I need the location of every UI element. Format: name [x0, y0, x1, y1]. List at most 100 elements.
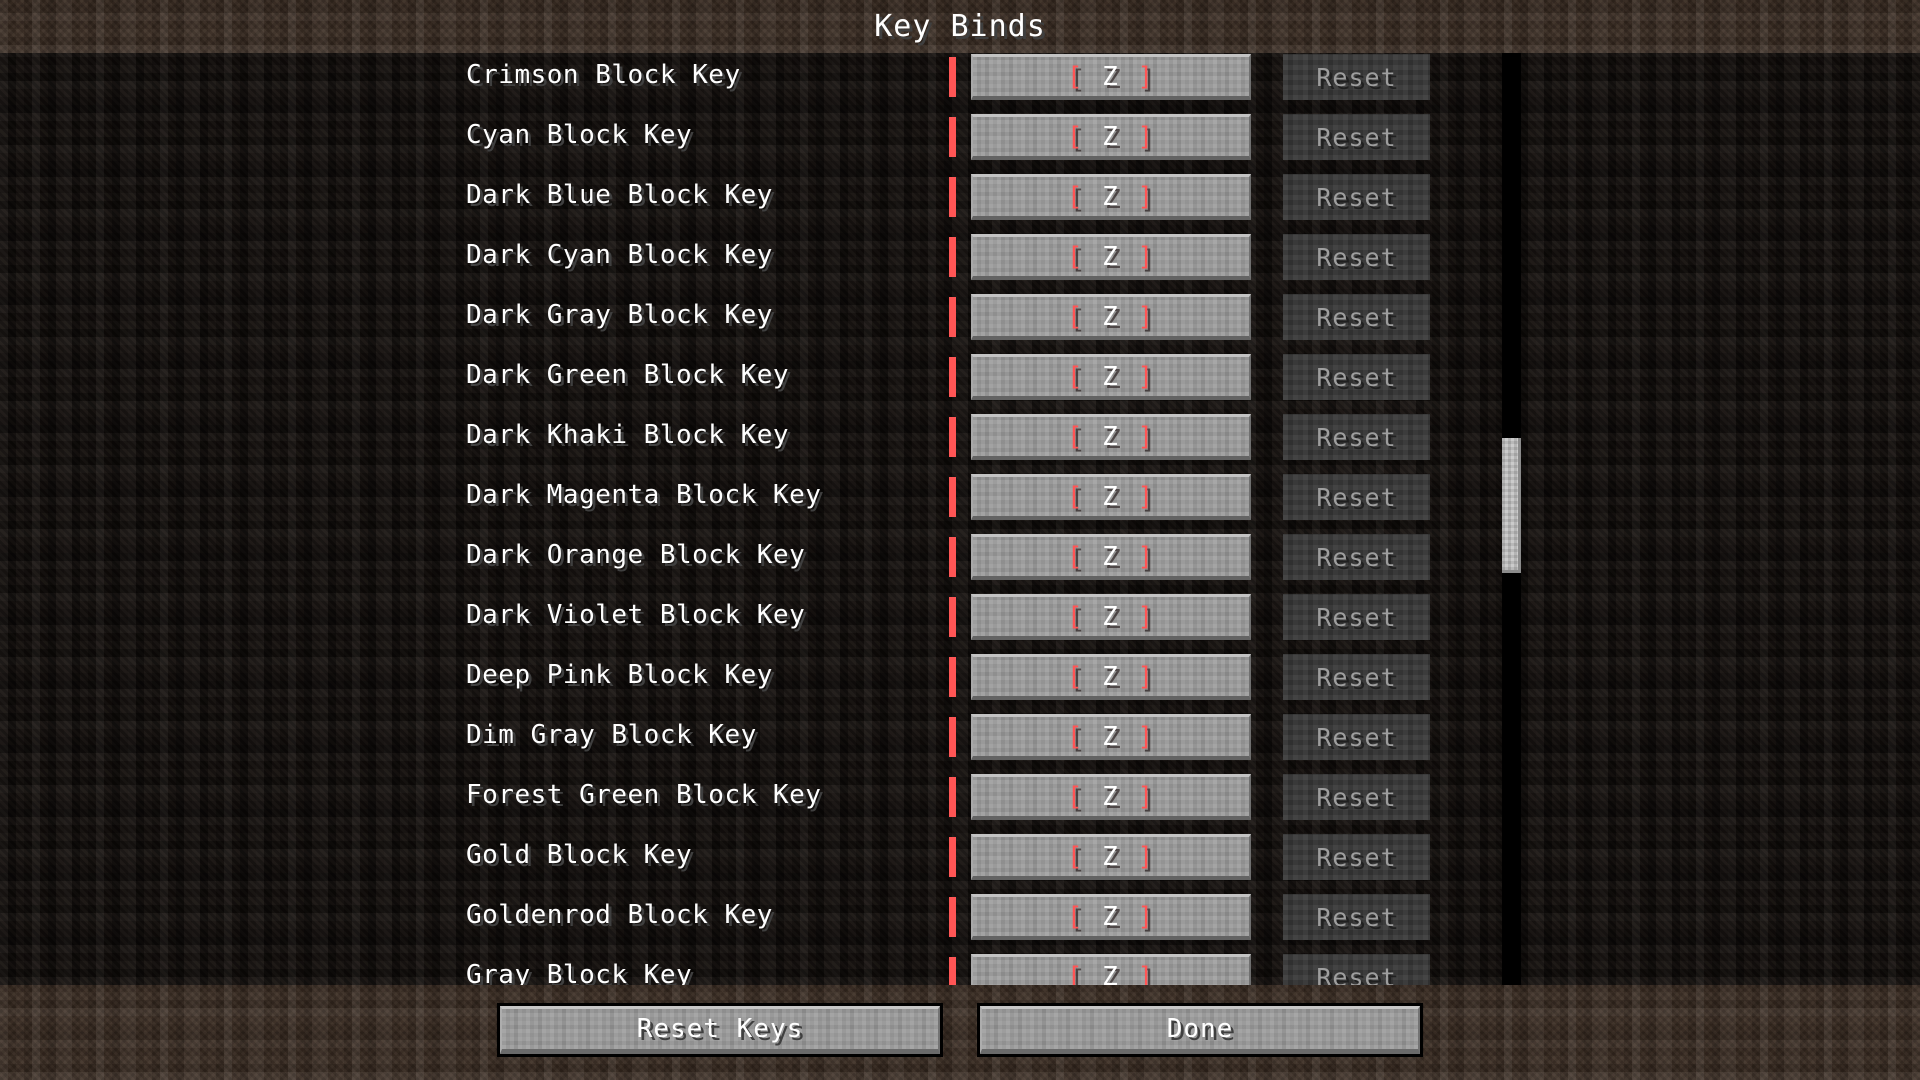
table-row: Crimson Block Key [ Z ] Reset [0, 53, 1920, 106]
conflict-indicator-icon [949, 597, 956, 637]
keybind-button[interactable]: [ Z ] [971, 294, 1251, 340]
reset-button: Reset [1283, 654, 1430, 700]
keybind-button[interactable]: [ Z ] [971, 654, 1251, 700]
conflict-indicator-icon [949, 237, 956, 277]
done-button-label: Done [980, 1006, 1420, 1054]
keybind-label: Deep Pink Block Key [466, 660, 773, 690]
conflict-indicator-icon [949, 417, 956, 457]
keybind-button[interactable]: [ Z ] [971, 894, 1251, 940]
keybind-value: [ Z ] [1066, 781, 1156, 812]
keybind-value: [ Z ] [1066, 301, 1156, 332]
keybind-label: Dark Blue Block Key [466, 180, 773, 210]
keybind-button[interactable]: [ Z ] [971, 594, 1251, 640]
keybind-value: [ Z ] [1066, 901, 1156, 932]
keybind-value: [ Z ] [1066, 361, 1156, 392]
conflict-indicator-icon [949, 357, 956, 397]
keybind-label: Goldenrod Block Key [466, 900, 773, 930]
conflict-indicator-icon [949, 777, 956, 817]
reset-button: Reset [1283, 594, 1430, 640]
reset-button: Reset [1283, 474, 1430, 520]
keybind-button[interactable]: [ Z ] [971, 114, 1251, 160]
table-row: Gold Block Key [ Z ] Reset [0, 826, 1920, 886]
reset-button: Reset [1283, 714, 1430, 760]
table-row: Goldenrod Block Key [ Z ] Reset [0, 886, 1920, 946]
keybind-value: [ Z ] [1066, 241, 1156, 272]
keybind-value: [ Z ] [1066, 661, 1156, 692]
scrollbar-thumb[interactable] [1502, 438, 1521, 573]
table-row: Deep Pink Block Key [ Z ] Reset [0, 646, 1920, 706]
keybind-button[interactable]: [ Z ] [971, 714, 1251, 760]
keybind-label: Dark Magenta Block Key [466, 480, 822, 510]
reset-button: Reset [1283, 174, 1430, 220]
table-row: Dark Gray Block Key [ Z ] Reset [0, 286, 1920, 346]
table-row: Dark Green Block Key [ Z ] Reset [0, 346, 1920, 406]
keybind-label: Dark Cyan Block Key [466, 240, 773, 270]
table-row: Forest Green Block Key [ Z ] Reset [0, 766, 1920, 826]
reset-keys-button[interactable]: Reset Keys [497, 1003, 943, 1057]
table-row: Gray Block Key [ Z ] Reset [0, 946, 1920, 985]
keybind-label: Crimson Block Key [466, 60, 741, 90]
keybind-label: Dim Gray Block Key [466, 720, 757, 750]
conflict-indicator-icon [949, 297, 956, 337]
table-row: Dark Khaki Block Key [ Z ] Reset [0, 406, 1920, 466]
conflict-indicator-icon [949, 837, 956, 877]
keybind-value: [ Z ] [1066, 961, 1156, 986]
keybinds-screen: Key Binds Crimson Block Key[ Z ] Reset Cya… [0, 0, 1920, 1080]
keybind-label: Dark Khaki Block Key [466, 420, 790, 450]
conflict-indicator-icon [949, 177, 956, 217]
reset-keys-button-label: Reset Keys [500, 1006, 940, 1054]
keybind-button[interactable]: [ Z ] [971, 834, 1251, 880]
reset-button: Reset [1283, 534, 1430, 580]
keybind-value: [ Z ] [1066, 541, 1156, 572]
footer-dirt-background [0, 985, 1920, 1080]
keybind-label: Dark Orange Block Key [466, 540, 806, 570]
keybind-list: Crimson Block Key[ Z ] Reset Cyan Block Ke… [0, 53, 1920, 985]
keybind-button[interactable]: [ Z ] [971, 954, 1251, 985]
keybind-value: [ Z ] [1066, 721, 1156, 752]
keybind-button[interactable]: [ Z ] [971, 774, 1251, 820]
conflict-indicator-icon [949, 117, 956, 157]
keybind-button[interactable]: [ Z ] [971, 474, 1251, 520]
keybind-button[interactable]: [ Z ] [971, 54, 1251, 100]
keybind-button[interactable]: [ Z ] [971, 234, 1251, 280]
conflict-indicator-icon [949, 537, 956, 577]
page-title: Key Binds [874, 9, 1046, 44]
keybind-label: Gray Block Key [466, 960, 693, 985]
reset-button: Reset [1283, 354, 1430, 400]
reset-button: Reset [1283, 114, 1430, 160]
table-row: Cyan Block Key [ Z ] Reset [0, 106, 1920, 166]
conflict-indicator-icon [949, 717, 956, 757]
conflict-indicator-icon [949, 897, 956, 937]
keybind-button[interactable]: [ Z ] [971, 534, 1251, 580]
keybind-label: Gold Block Key [466, 840, 693, 870]
keybind-button[interactable]: [ Z ] [971, 414, 1251, 460]
conflict-indicator-icon [949, 957, 956, 985]
keybind-value: [ Z ] [1066, 61, 1156, 92]
keybind-label: Dark Violet Block Key [466, 600, 806, 630]
table-row: Dark Orange Block Key [ Z ] Reset [0, 526, 1920, 586]
keybind-value: [ Z ] [1066, 121, 1156, 152]
reset-button: Reset [1283, 294, 1430, 340]
keybind-value: [ Z ] [1066, 421, 1156, 452]
keybind-value: [ Z ] [1066, 481, 1156, 512]
keybind-value: [ Z ] [1066, 181, 1156, 212]
table-row: Dark Blue Block Key [ Z ] Reset [0, 166, 1920, 226]
keybind-button[interactable]: [ Z ] [971, 354, 1251, 400]
keybind-value: [ Z ] [1066, 601, 1156, 632]
conflict-indicator-icon [949, 57, 956, 97]
conflict-indicator-icon [949, 657, 956, 697]
keybind-label: Cyan Block Key [466, 120, 693, 150]
reset-button: Reset [1283, 834, 1430, 880]
reset-button: Reset [1283, 414, 1430, 460]
table-row: Dark Magenta Block Key [ Z ] Reset [0, 466, 1920, 526]
conflict-indicator-icon [949, 477, 956, 517]
keybind-label: Dark Gray Block Key [466, 300, 773, 330]
keybind-button[interactable]: [ Z ] [971, 174, 1251, 220]
reset-button: Reset [1283, 54, 1430, 100]
reset-button: Reset [1283, 774, 1430, 820]
done-button[interactable]: Done [977, 1003, 1423, 1057]
keybind-label: Forest Green Block Key [466, 780, 822, 810]
keybind-label: Dark Green Block Key [466, 360, 790, 390]
keybind-rows-container: Crimson Block Key[ Z ] Reset Cyan Block Ke… [0, 53, 1920, 985]
scrollbar-track[interactable] [1502, 53, 1521, 985]
